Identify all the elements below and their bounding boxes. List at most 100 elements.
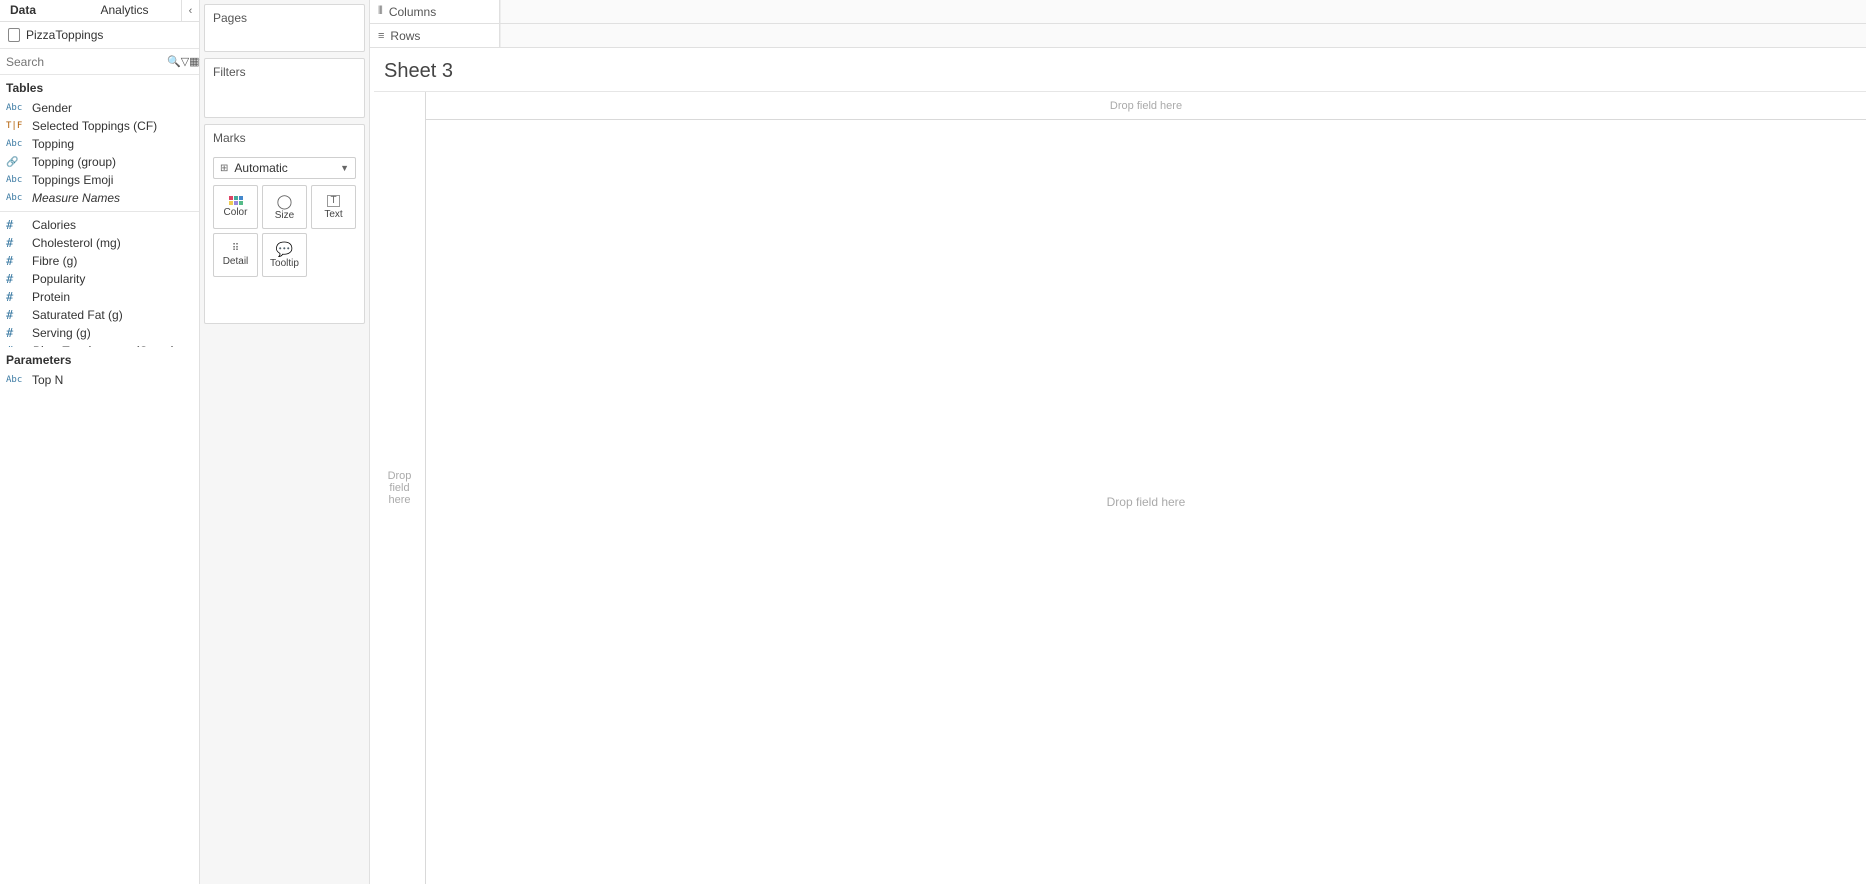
number-icon	[6, 218, 26, 232]
field-label: Serving (g)	[32, 326, 91, 340]
field-label: Toppings Emoji	[32, 173, 113, 187]
field-label: Measure Names	[32, 191, 120, 205]
field-popularity[interactable]: Popularity	[0, 270, 199, 288]
calc-abc-icon	[6, 175, 26, 185]
field-measure-names[interactable]: Measure Names	[0, 189, 199, 207]
abc-icon	[6, 375, 26, 385]
marks-buttons: Color ◯ Size T Text ⠿ Detail 💬 Tooltip	[205, 185, 364, 285]
detail-icon: ⠿	[232, 244, 239, 254]
field-label: Selected Toppings (CF)	[32, 119, 157, 133]
group-icon	[6, 157, 26, 168]
datasource-row[interactable]: PizzaToppings	[0, 22, 199, 49]
rows-shelf[interactable]: ≡ Rows	[370, 24, 1866, 48]
filters-card-title: Filters	[205, 59, 364, 85]
mark-label: Color	[224, 207, 248, 218]
collapse-panel-button[interactable]: ‹	[181, 0, 199, 21]
mark-size-button[interactable]: ◯ Size	[262, 185, 307, 229]
field-cholesterol[interactable]: Cholesterol (mg)	[0, 234, 199, 252]
filters-card[interactable]: Filters	[204, 58, 365, 118]
field-protein[interactable]: Protein	[0, 288, 199, 306]
marks-card: Marks ⊞ Automatic ▼ Color ◯ Size T Text	[204, 124, 365, 324]
datasource-icon	[8, 28, 20, 42]
mark-type-label: Automatic	[234, 161, 287, 175]
number-icon	[6, 290, 26, 304]
columns-drop-area[interactable]	[500, 0, 1866, 23]
param-top-n[interactable]: Top N	[0, 371, 199, 389]
text-icon: T	[327, 195, 339, 207]
mark-tooltip-button[interactable]: 💬 Tooltip	[262, 233, 307, 277]
rows-icon: ≡	[378, 30, 384, 42]
tables-heading: Tables	[0, 75, 199, 99]
number-icon	[6, 326, 26, 340]
number-icon	[6, 308, 26, 322]
pages-card-title: Pages	[205, 5, 364, 31]
cards-column: Pages Filters Marks ⊞ Automatic ▼ Color …	[200, 0, 370, 884]
field-gender[interactable]: Gender	[0, 99, 199, 117]
field-label: Gender	[32, 101, 72, 115]
boolean-icon	[6, 121, 26, 131]
search-row: 🔍 ▽ ▦ ▾	[0, 49, 199, 75]
mark-type-dropdown[interactable]: ⊞ Automatic ▼	[213, 157, 356, 179]
rows-shelf-label: ≡ Rows	[370, 24, 500, 47]
columns-dropzone[interactable]: Drop field here	[426, 92, 1866, 120]
columns-icon: ⦀	[378, 5, 383, 18]
abc-icon	[6, 103, 26, 113]
field-selected-toppings-cf[interactable]: Selected Toppings (CF)	[0, 117, 199, 135]
rows-label-text: Rows	[390, 29, 420, 43]
view-toggle-icon[interactable]: ▦	[189, 55, 199, 68]
main-dropzone[interactable]: Drop field here	[426, 120, 1866, 884]
field-label: Cholesterol (mg)	[32, 236, 121, 250]
dim-measure-divider	[0, 211, 199, 212]
field-calories[interactable]: Calories	[0, 216, 199, 234]
field-list: Gender Selected Toppings (CF) Topping To…	[0, 99, 199, 347]
marks-card-title: Marks	[205, 125, 364, 151]
chevron-down-icon: ▼	[340, 163, 349, 173]
field-saturated-fat[interactable]: Saturated Fat (g)	[0, 306, 199, 324]
mark-text-button[interactable]: T Text	[311, 185, 356, 229]
field-label: Protein	[32, 290, 70, 304]
field-label: Calories	[32, 218, 76, 232]
field-label: Popularity	[32, 272, 85, 286]
field-label: Fibre (g)	[32, 254, 77, 268]
field-toppings-emoji[interactable]: Toppings Emoji	[0, 171, 199, 189]
field-fibre[interactable]: Fibre (g)	[0, 252, 199, 270]
field-label: Top N	[32, 373, 63, 387]
number-icon	[6, 236, 26, 250]
mark-label: Text	[324, 209, 342, 220]
mark-color-button[interactable]: Color	[213, 185, 258, 229]
field-topping[interactable]: Topping	[0, 135, 199, 153]
field-topping-group[interactable]: Topping (group)	[0, 153, 199, 171]
number-icon	[6, 272, 26, 286]
number-icon	[6, 254, 26, 268]
viz-area: Drop field here Drop field here Drop fie…	[374, 91, 1866, 884]
sheet-title[interactable]: Sheet 3	[370, 48, 1866, 91]
datasource-name: PizzaToppings	[26, 28, 103, 42]
search-icon[interactable]: 🔍	[167, 55, 181, 68]
columns-shelf-label: ⦀ Columns	[370, 0, 500, 23]
mark-label: Size	[275, 210, 294, 221]
field-label: Saturated Fat (g)	[32, 308, 123, 322]
mark-detail-button[interactable]: ⠿ Detail	[213, 233, 258, 277]
field-label: Topping	[32, 137, 74, 151]
columns-shelf[interactable]: ⦀ Columns	[370, 0, 1866, 24]
abc-icon	[6, 193, 26, 203]
data-panel: Data Analytics ‹ PizzaToppings 🔍 ▽ ▦ ▾ T…	[0, 0, 200, 884]
mark-type-icon: ⊞	[220, 163, 228, 174]
pages-card[interactable]: Pages	[204, 4, 365, 52]
rows-dropzone[interactable]: Drop field here	[374, 92, 426, 884]
field-label: Topping (group)	[32, 155, 116, 169]
rows-drop-area[interactable]	[500, 24, 1866, 47]
search-input[interactable]	[0, 51, 167, 73]
abc-icon	[6, 139, 26, 149]
worksheet-area: ⦀ Columns ≡ Rows Sheet 3 Drop field here…	[370, 0, 1866, 884]
tab-analytics[interactable]: Analytics	[91, 0, 182, 21]
field-serving[interactable]: Serving (g)	[0, 324, 199, 342]
size-icon: ◯	[277, 194, 293, 208]
filter-icon[interactable]: ▽	[181, 55, 189, 68]
data-tabs: Data Analytics ‹	[0, 0, 199, 22]
tab-data[interactable]: Data	[0, 0, 91, 21]
mark-label: Detail	[223, 256, 249, 267]
columns-label-text: Columns	[389, 5, 436, 19]
parameters-heading: Parameters	[0, 347, 199, 371]
mark-label: Tooltip	[270, 258, 299, 269]
